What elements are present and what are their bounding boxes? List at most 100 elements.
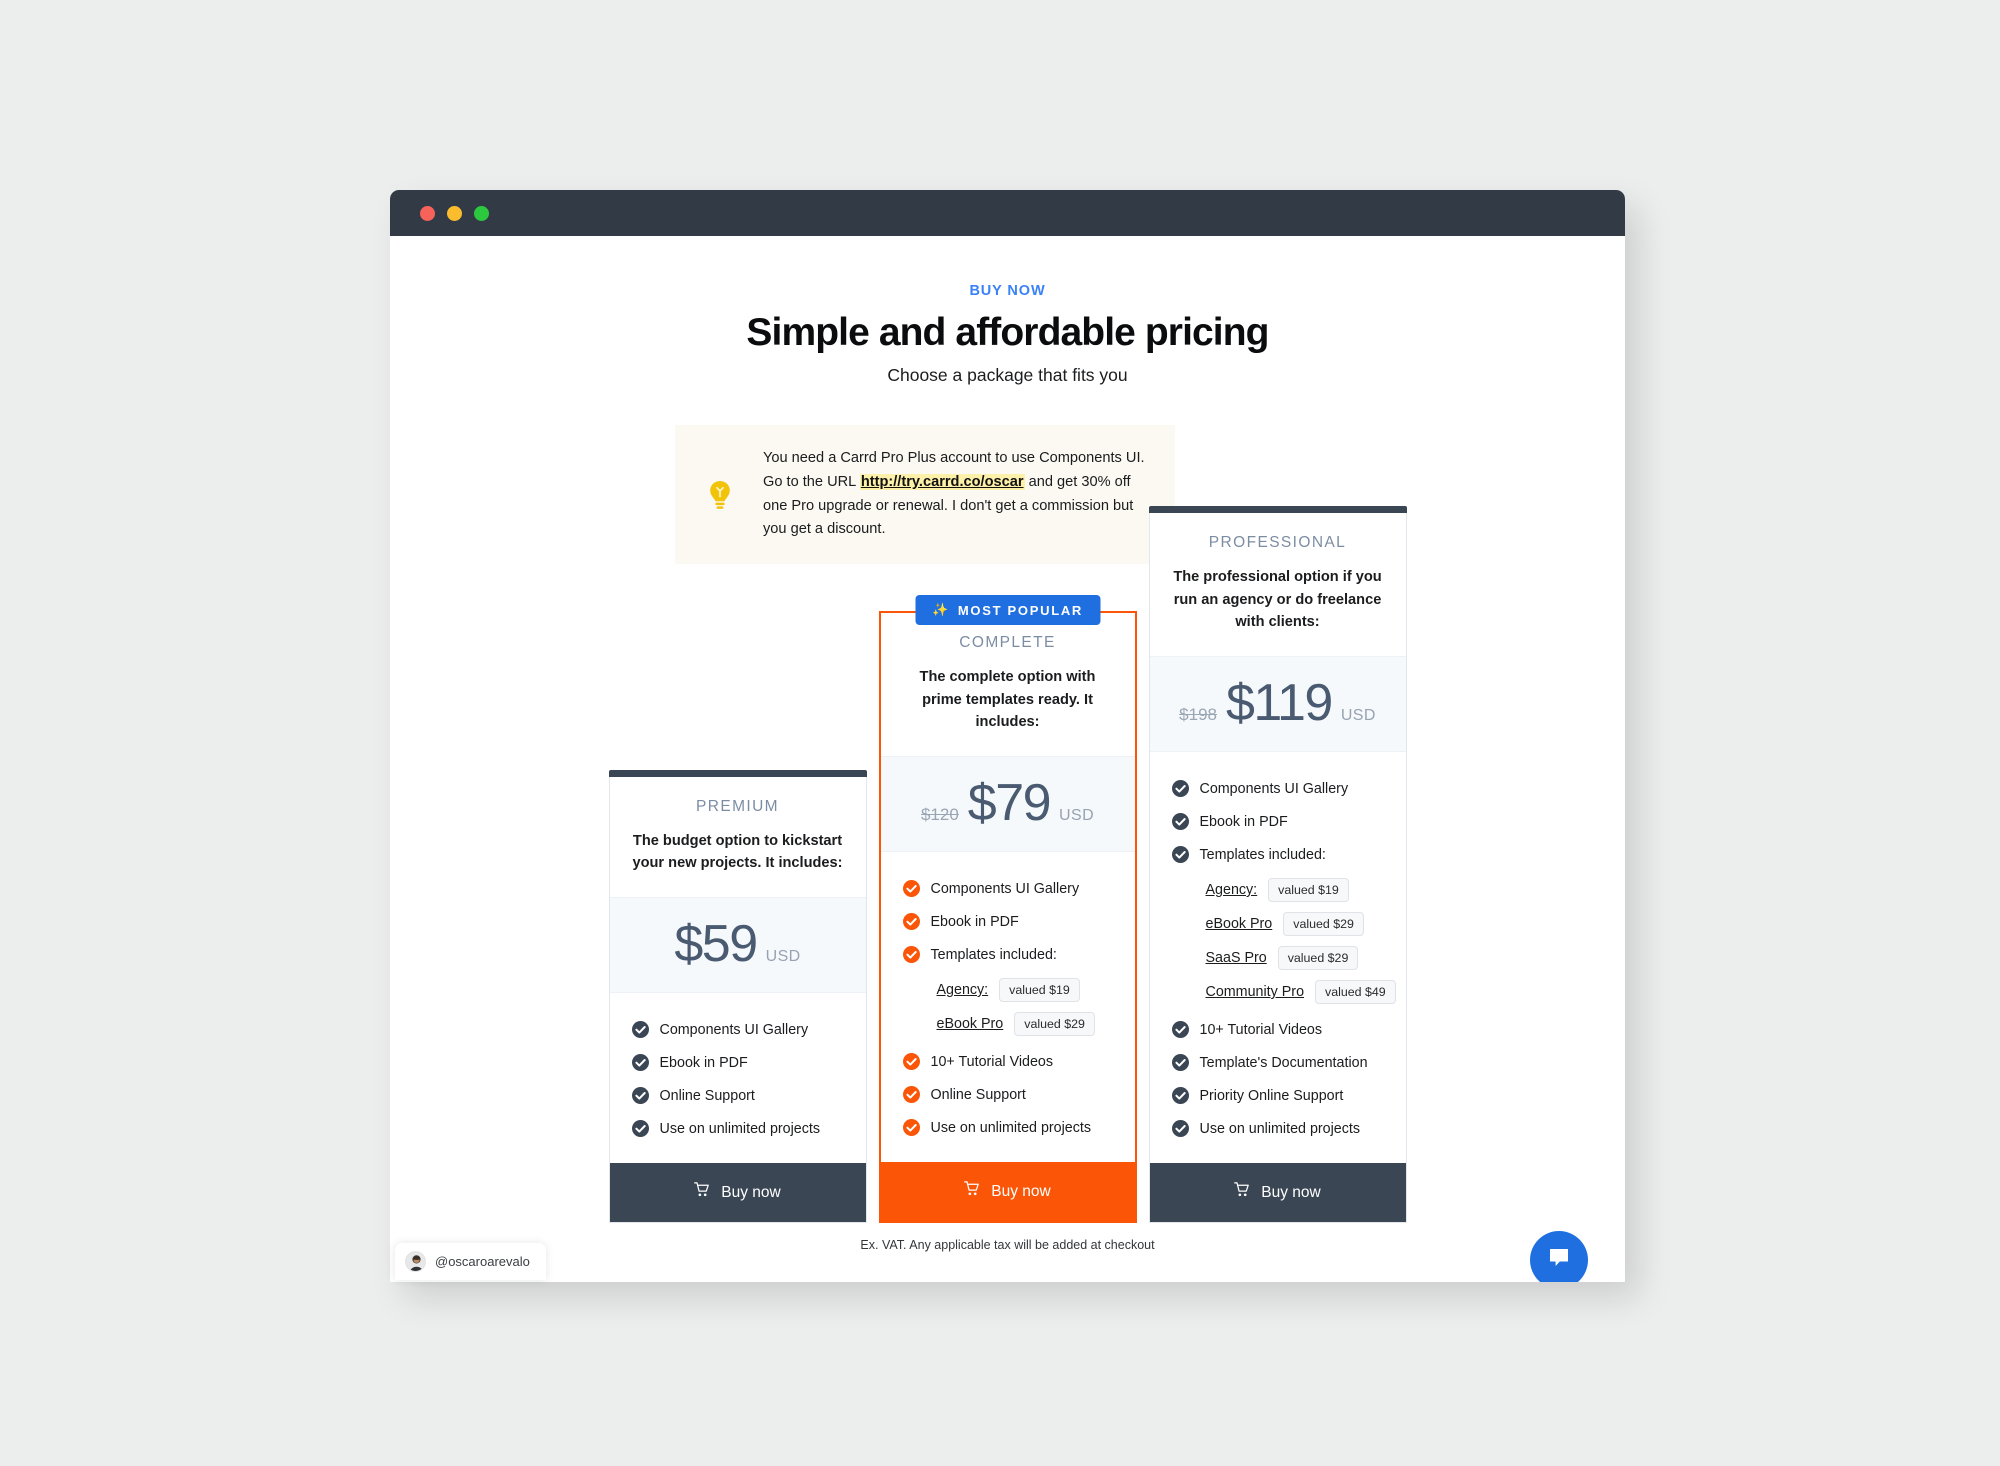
feature-item: Priority Online Support	[1171, 1079, 1406, 1112]
pricing-plans: PREMIUM The budget option to kickstart yo…	[390, 506, 1625, 1223]
feature-label: Ebook in PDF	[930, 913, 1019, 930]
check-circle-icon	[902, 1119, 920, 1136]
author-watermark[interactable]: @oscaroarevalo	[395, 1243, 546, 1280]
template-item: Agency: valued $19	[1206, 873, 1406, 907]
vat-footnote: Ex. VAT. Any applicable tax will be adde…	[860, 1238, 1155, 1252]
check-circle-icon	[1171, 813, 1189, 830]
price-band: $59 USD	[609, 897, 866, 993]
feature-label: Use on unlimited projects	[930, 1119, 1092, 1136]
badge-label: MOST POPULAR	[957, 602, 1084, 618]
chat-bubble-icon	[1546, 1245, 1572, 1276]
buy-now-label: Buy now	[1261, 1183, 1321, 1201]
card-body: PREMIUM The budget option to kickstart yo…	[608, 776, 867, 1223]
feature-list: Components UI Gallery Ebook in PDF Templat…	[1150, 752, 1406, 1163]
feature-label: Ebook in PDF	[659, 1054, 748, 1071]
check-circle-icon	[902, 946, 920, 963]
close-window-button[interactable]	[420, 205, 435, 221]
current-price: $119	[1226, 674, 1333, 732]
feature-label: Priority Online Support	[1199, 1087, 1344, 1104]
feature-item: Components UI Gallery	[1171, 772, 1406, 805]
template-value-badge: valued $29	[1277, 946, 1359, 970]
price-currency: USD	[1340, 707, 1376, 724]
plan-description: The budget option to kickstart your new …	[632, 832, 843, 872]
card-accent-bar	[608, 769, 867, 777]
feature-label: Use on unlimited projects	[1199, 1120, 1361, 1137]
check-circle-icon	[902, 1086, 920, 1103]
check-circle-icon	[631, 1021, 649, 1038]
template-list: Agency: valued $19 eBook Pro valued $29	[903, 971, 1135, 1045]
feature-list: Components UI Gallery Ebook in PDF Online …	[610, 993, 866, 1163]
feature-label: Components UI Gallery	[1199, 780, 1349, 797]
feature-item: Online Support	[902, 1078, 1135, 1111]
shopping-cart-icon	[1234, 1182, 1250, 1203]
feature-label: Components UI Gallery	[930, 880, 1080, 897]
buy-now-label: Buy now	[991, 1182, 1051, 1200]
author-handle: @oscaroarevalo	[435, 1254, 530, 1269]
minimize-window-button[interactable]	[447, 205, 462, 221]
current-price: $79	[967, 774, 1052, 832]
pricing-card-premium: PREMIUM The budget option to kickstart yo…	[608, 769, 867, 1223]
template-link[interactable]: SaaS Pro	[1206, 950, 1267, 966]
maximize-window-button[interactable]	[474, 205, 489, 221]
notice-text: You need a Carrd Pro Plus account to use…	[763, 447, 1149, 542]
check-circle-icon	[1171, 780, 1189, 797]
template-item: eBook Pro valued $29	[937, 1007, 1135, 1041]
feature-label: Ebook in PDF	[1199, 813, 1288, 830]
template-link[interactable]: eBook Pro	[937, 1016, 1004, 1032]
buy-now-button-premium[interactable]: Buy now	[609, 1163, 866, 1222]
feature-label: 10+ Tutorial Videos	[930, 1053, 1054, 1070]
template-link[interactable]: Community Pro	[1206, 984, 1305, 1000]
template-value-badge: valued $29	[1014, 1012, 1095, 1036]
feature-label: Online Support	[659, 1087, 755, 1104]
check-circle-icon	[1171, 1021, 1189, 1038]
check-circle-icon	[631, 1120, 649, 1137]
feature-item: Templates included:	[1171, 838, 1406, 871]
avatar	[405, 1251, 426, 1272]
shopping-cart-icon	[694, 1182, 710, 1203]
template-link[interactable]: Agency:	[937, 982, 989, 998]
check-circle-icon	[631, 1087, 649, 1104]
template-link[interactable]: eBook Pro	[1206, 916, 1273, 932]
pro-plus-notice: You need a Carrd Pro Plus account to use…	[675, 425, 1175, 565]
shopping-cart-icon	[964, 1181, 980, 1202]
feature-item: 10+ Tutorial Videos	[1171, 1013, 1406, 1046]
original-price: $120	[920, 805, 959, 824]
check-circle-icon	[631, 1054, 649, 1071]
template-value-badge: valued $29	[1283, 912, 1364, 936]
page-subtitle: Choose a package that fits you	[887, 365, 1128, 385]
check-circle-icon	[1171, 1120, 1189, 1137]
price-band: $198 $119 USD	[1149, 656, 1406, 752]
template-link[interactable]: Agency:	[1206, 882, 1258, 898]
feature-item: Components UI Gallery	[902, 872, 1135, 905]
browser-window: BUY NOW Simple and affordable pricing Ch…	[390, 190, 1625, 1282]
feature-item: Use on unlimited projects	[1171, 1112, 1406, 1145]
feature-item: Use on unlimited projects	[902, 1111, 1135, 1144]
template-item: Agency: valued $19	[937, 973, 1135, 1007]
template-value-badge: valued $19	[999, 978, 1080, 1002]
card-body: PROFESSIONAL The professional option if y…	[1148, 513, 1407, 1223]
template-item: SaaS Pro valued $29	[1206, 941, 1406, 975]
current-price: $59	[674, 915, 758, 973]
buy-now-button-professional[interactable]: Buy now	[1149, 1163, 1406, 1222]
feature-label: Online Support	[930, 1086, 1026, 1103]
chat-widget-button[interactable]	[1530, 1231, 1588, 1282]
check-circle-icon	[1171, 1054, 1189, 1071]
plan-name: PREMIUM	[696, 797, 779, 815]
page-content: BUY NOW Simple and affordable pricing Ch…	[390, 283, 1625, 1282]
feature-label: Templates included:	[1199, 846, 1326, 863]
check-circle-icon	[1171, 846, 1189, 863]
price-currency: USD	[765, 948, 801, 965]
check-circle-icon	[902, 913, 920, 930]
plan-description: The professional option if you run an ag…	[1173, 569, 1382, 631]
card-body: COMPLETE The complete option with prime t…	[878, 611, 1137, 1223]
feature-label: Templates included:	[930, 946, 1057, 963]
template-list: Agency: valued $19 eBook Pro valued $29 SaaS…	[1172, 871, 1406, 1013]
sparkles-icon: ✨	[931, 602, 950, 618]
plan-description: The complete option with prime templates…	[919, 669, 1096, 731]
template-item: Community Pro valued $49	[1206, 975, 1406, 1009]
feature-item: Use on unlimited projects	[631, 1112, 866, 1145]
carrd-pro-link[interactable]: http://try.carrd.co/oscar	[859, 473, 1025, 490]
buy-now-button-complete[interactable]: Buy now	[880, 1162, 1135, 1221]
price-currency: USD	[1059, 807, 1095, 824]
feature-item: Ebook in PDF	[631, 1046, 866, 1079]
